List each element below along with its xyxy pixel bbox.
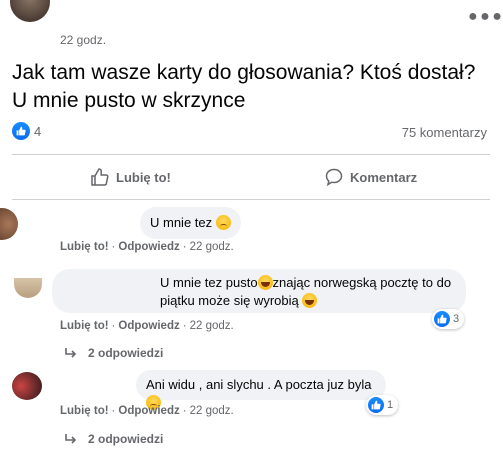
like-reaction-icon bbox=[12, 122, 30, 140]
more-horizontal-icon[interactable]: ● ● ● bbox=[468, 8, 502, 26]
comment-meta: Lubię to! · Odpowiedz · 22 godz. bbox=[60, 320, 234, 332]
comment-like-link[interactable]: Lubię to! bbox=[60, 320, 109, 332]
post-timestamp[interactable]: 22 godz. bbox=[60, 33, 106, 47]
comment-icon bbox=[325, 168, 343, 187]
laughing-emoji-icon bbox=[257, 275, 273, 290]
post-reactions[interactable]: 4 bbox=[12, 122, 41, 140]
comment-text-part1: U mnie tez pusto bbox=[160, 275, 258, 290]
comment-reaction-count: 3 bbox=[453, 313, 460, 325]
post-header: 22 godz. ● ● ● bbox=[0, 0, 503, 52]
comment-reply-link[interactable]: Odpowiedz bbox=[118, 241, 179, 253]
commenter-avatar[interactable] bbox=[14, 278, 42, 298]
comment-button-label: Komentarz bbox=[350, 169, 418, 185]
comment-bubble: U mnie tez bbox=[140, 207, 241, 239]
commenter-avatar[interactable] bbox=[0, 208, 18, 240]
reply-arrow-icon bbox=[65, 434, 77, 444]
view-replies-link[interactable]: 2 odpowiedzi bbox=[64, 346, 163, 360]
like-reaction-icon bbox=[434, 311, 450, 327]
replies-count: 2 odpowiedzi bbox=[88, 432, 164, 446]
comment-like-link[interactable]: Lubię to! bbox=[60, 405, 109, 417]
view-replies-link[interactable]: 2 odpowiedzi bbox=[64, 432, 163, 446]
comment-reactions[interactable]: 3 bbox=[432, 309, 465, 329]
author-avatar[interactable] bbox=[10, 0, 50, 22]
comment-button[interactable]: Komentarz bbox=[324, 163, 417, 191]
commenter-avatar[interactable] bbox=[12, 372, 42, 400]
divider bbox=[12, 199, 490, 200]
comment-reaction-count: 1 bbox=[387, 399, 394, 411]
like-button-label: Lubię to! bbox=[116, 169, 171, 185]
like-reaction-icon bbox=[368, 397, 384, 413]
reply-arrow-icon bbox=[65, 348, 77, 358]
comment-timestamp[interactable]: 22 godz. bbox=[190, 405, 234, 417]
comment-bubble: Ani widu , ani slychu . A poczta juz byl… bbox=[136, 370, 386, 410]
like-button[interactable]: Lubię to! bbox=[90, 163, 171, 191]
comment-text: Ani widu , ani slychu . A poczta juz byl… bbox=[146, 377, 372, 392]
comment-timestamp[interactable]: 22 godz. bbox=[190, 241, 234, 253]
comment-meta: Lubię to! · Odpowiedz · 22 godz. bbox=[60, 405, 234, 417]
comment-like-link[interactable]: Lubię to! bbox=[60, 241, 109, 253]
post-text: Jak tam wasze karty do głosowania? Ktoś … bbox=[12, 61, 476, 112]
comment-reply-link[interactable]: Odpowiedz bbox=[118, 320, 179, 332]
comment-meta: Lubię to! · Odpowiedz · 22 godz. bbox=[60, 241, 234, 253]
laughing-emoji-icon bbox=[302, 293, 318, 308]
sad-emoji-icon bbox=[215, 215, 231, 230]
replies-count: 2 odpowiedzi bbox=[88, 346, 164, 360]
reaction-count: 4 bbox=[34, 123, 42, 139]
comment-reactions[interactable]: 1 bbox=[366, 395, 399, 415]
divider bbox=[12, 154, 490, 155]
comment-count[interactable]: 75 komentarzy bbox=[402, 125, 487, 140]
comment-text: U mnie tez bbox=[150, 215, 213, 230]
comment-timestamp[interactable]: 22 godz. bbox=[190, 320, 234, 332]
comment-reply-link[interactable]: Odpowiedz bbox=[118, 405, 179, 417]
thumbs-up-icon bbox=[91, 168, 109, 186]
comment-bubble: U mnie tez pusto znając norwegską pocztę … bbox=[52, 269, 466, 313]
